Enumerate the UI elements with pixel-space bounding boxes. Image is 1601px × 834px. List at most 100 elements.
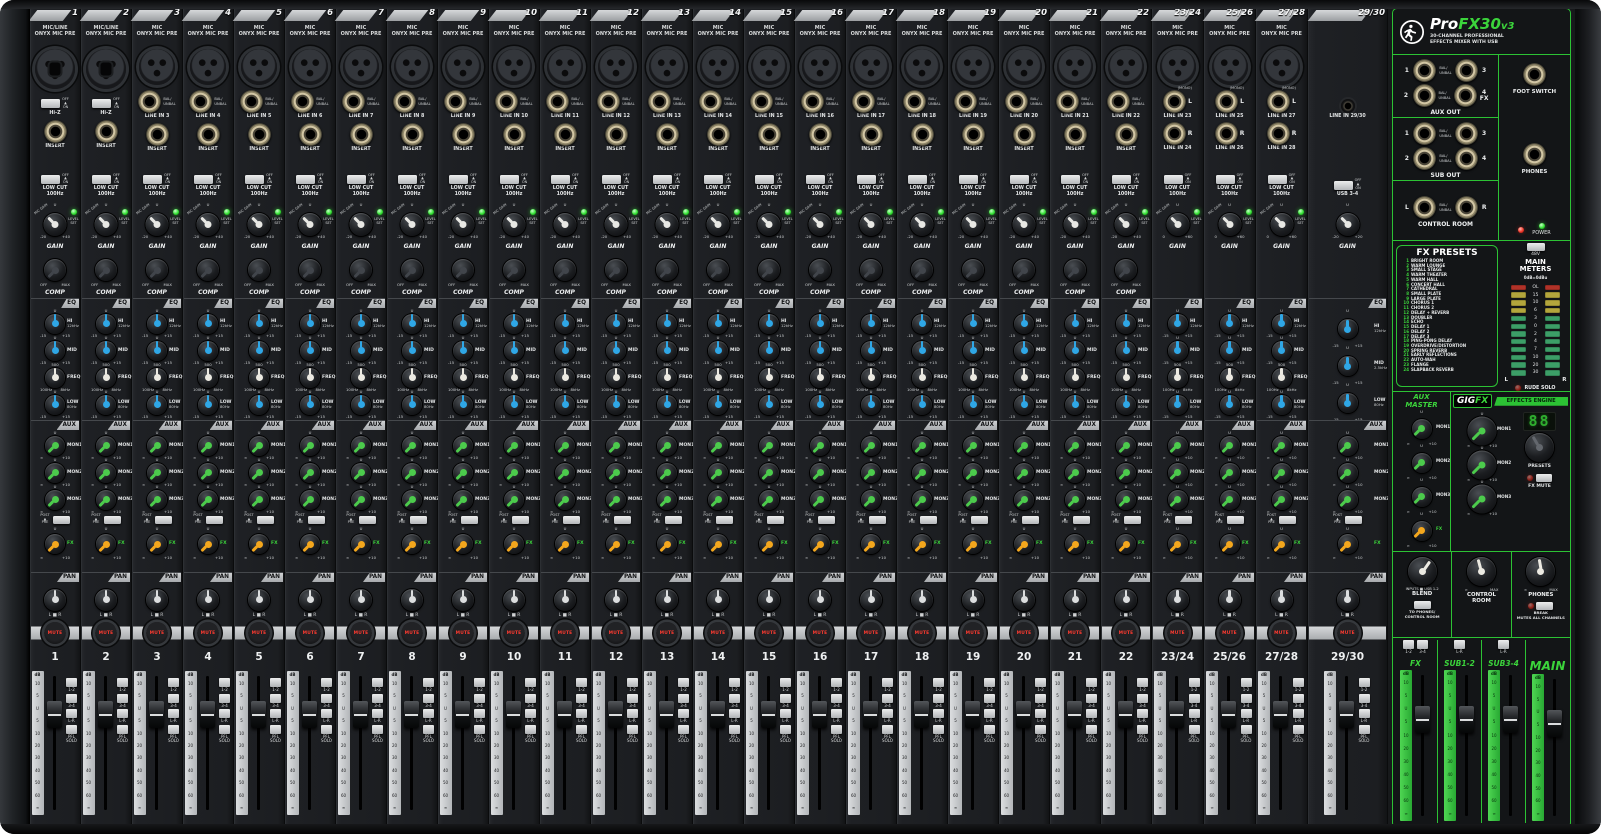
mute-button[interactable]: MUTE	[452, 622, 474, 644]
pre-post-switch[interactable]	[308, 516, 325, 524]
mon2-knob[interactable]	[861, 463, 881, 483]
low-cut-switch[interactable]	[1010, 175, 1029, 184]
channel-fader[interactable]	[97, 671, 114, 815]
mon1-knob[interactable]	[555, 436, 575, 456]
eq-hi-knob[interactable]	[198, 314, 218, 334]
pan-knob[interactable]	[860, 589, 882, 611]
fader-cap[interactable]	[710, 701, 725, 728]
mon3-knob[interactable]	[351, 490, 371, 510]
mon3-knob[interactable]	[198, 490, 218, 510]
eq-mid-knob[interactable]	[606, 341, 626, 361]
pan-knob[interactable]	[197, 589, 219, 611]
eq-hi-knob[interactable]	[1168, 314, 1188, 334]
mon1-knob[interactable]	[1272, 436, 1292, 456]
eq-freq-knob[interactable]	[351, 368, 371, 388]
assign-1-2-button[interactable]	[1403, 640, 1414, 649]
low-cut-switch[interactable]	[1061, 175, 1080, 184]
gain-knob[interactable]	[656, 213, 679, 236]
assign-1-2-button[interactable]	[66, 678, 77, 687]
eq-low-knob[interactable]	[504, 395, 524, 415]
gigfx-mon2-knob[interactable]	[1468, 450, 1497, 479]
assign-lr-button[interactable]	[270, 709, 281, 718]
eq-hi-knob[interactable]	[504, 314, 524, 334]
gain-knob[interactable]	[1270, 213, 1293, 236]
assign-3-4-button[interactable]	[168, 694, 179, 703]
eq-hi-knob[interactable]	[1014, 314, 1034, 334]
assign-3-4-button[interactable]	[1189, 694, 1200, 703]
mute-button[interactable]: MUTE	[1271, 622, 1293, 644]
mon2-knob[interactable]	[963, 463, 983, 483]
fader-cap[interactable]	[659, 701, 674, 728]
pan-knob[interactable]	[605, 589, 627, 611]
eq-freq-knob[interactable]	[96, 368, 116, 388]
pfl-solo-button[interactable]	[1189, 725, 1200, 734]
assign-lr-button[interactable]	[933, 709, 944, 718]
assign-1-2-button[interactable]	[219, 678, 230, 687]
mon3-knob[interactable]	[1272, 490, 1292, 510]
fader-cap[interactable]	[1016, 701, 1031, 728]
low-cut-switch[interactable]	[245, 175, 264, 184]
fader-cap[interactable]	[353, 701, 368, 728]
mon3-knob[interactable]	[555, 490, 575, 510]
pfl-solo-button[interactable]	[1293, 725, 1304, 734]
channel-fader[interactable]	[913, 671, 930, 815]
channel-fader[interactable]	[403, 671, 420, 815]
pan-knob[interactable]	[707, 589, 729, 611]
comp-knob[interactable]	[758, 259, 780, 281]
fader-cap[interactable]	[1221, 701, 1236, 728]
fx-send-knob[interactable]	[45, 534, 65, 554]
pre-post-switch[interactable]	[767, 516, 784, 524]
mon3-knob[interactable]	[147, 490, 167, 510]
eq-freq-knob[interactable]	[606, 368, 626, 388]
low-cut-switch[interactable]	[1164, 175, 1183, 184]
low-cut-switch[interactable]	[347, 175, 366, 184]
pre-post-switch[interactable]	[1124, 516, 1141, 524]
assign-1-2-button[interactable]	[1359, 678, 1370, 687]
pre-post-switch[interactable]	[665, 516, 682, 524]
eq-hi-knob[interactable]	[963, 314, 983, 334]
gain-knob[interactable]	[554, 213, 577, 236]
assign-lr-button[interactable]	[1241, 709, 1252, 718]
pan-knob[interactable]	[146, 589, 168, 611]
eq-freq-knob[interactable]	[861, 368, 881, 388]
gain-knob[interactable]	[911, 213, 934, 236]
mon1-knob[interactable]	[963, 436, 983, 456]
phones-knob[interactable]	[1526, 557, 1555, 586]
assign-lr-button[interactable]	[780, 709, 791, 718]
channel-fader[interactable]	[1338, 671, 1355, 815]
fader-cap[interactable]	[1459, 706, 1474, 733]
gain-knob[interactable]	[1064, 213, 1087, 236]
assign-3-4-button[interactable]	[984, 694, 995, 703]
assign-3-4-button[interactable]	[1359, 694, 1370, 703]
mon2-knob[interactable]	[1338, 463, 1358, 483]
eq-low-knob[interactable]	[810, 395, 830, 415]
pan-knob[interactable]	[299, 589, 321, 611]
assign-1-2-button[interactable]	[1293, 678, 1304, 687]
mon2-knob[interactable]	[810, 463, 830, 483]
comp-knob[interactable]	[350, 259, 372, 281]
master-fader[interactable]	[1458, 670, 1475, 821]
comp-knob[interactable]	[1013, 259, 1035, 281]
mon1-knob[interactable]	[1338, 436, 1358, 456]
mon1-knob[interactable]	[810, 436, 830, 456]
gigfx-mon1-knob[interactable]	[1468, 416, 1497, 445]
eq-freq-knob[interactable]	[198, 368, 218, 388]
pre-post-switch[interactable]	[1227, 516, 1244, 524]
mon3-knob[interactable]	[249, 490, 269, 510]
mute-button[interactable]: MUTE	[605, 622, 627, 644]
break-switch[interactable]	[1536, 602, 1553, 610]
assign-lr-button[interactable]	[525, 709, 536, 718]
channel-fader[interactable]	[1220, 671, 1237, 815]
assign-3-4-button[interactable]	[66, 694, 77, 703]
channel-fader[interactable]	[352, 671, 369, 815]
fader-cap[interactable]	[914, 701, 929, 728]
mon1-knob[interactable]	[657, 436, 677, 456]
pfl-solo-button[interactable]	[576, 725, 587, 734]
assign-1-2-button[interactable]	[729, 678, 740, 687]
assign-3-4-button[interactable]	[729, 694, 740, 703]
eq-hi-knob[interactable]	[300, 314, 320, 334]
mon3-knob[interactable]	[1168, 490, 1188, 510]
eq-mid-knob[interactable]	[147, 341, 167, 361]
mon1-knob[interactable]	[402, 436, 422, 456]
comp-knob[interactable]	[860, 259, 882, 281]
